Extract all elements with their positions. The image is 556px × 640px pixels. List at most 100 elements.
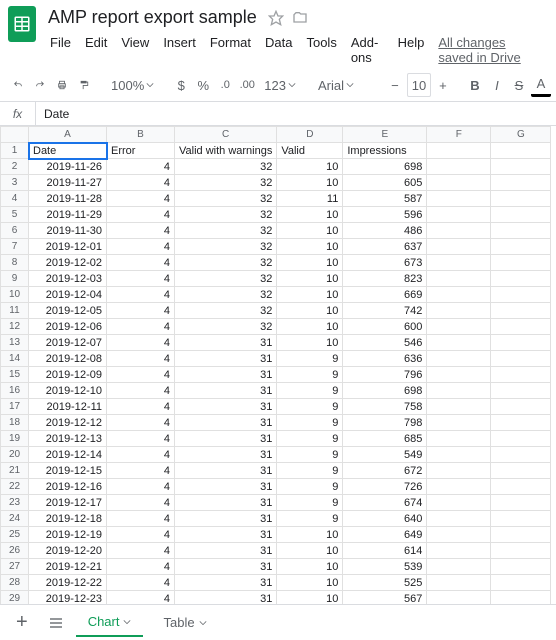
cell[interactable]: 31 <box>175 431 277 447</box>
cell[interactable]: 32 <box>175 271 277 287</box>
cell[interactable]: 10 <box>277 319 343 335</box>
cell[interactable] <box>427 367 491 383</box>
row-header[interactable]: 23 <box>1 495 29 511</box>
cell[interactable]: 31 <box>175 351 277 367</box>
cell[interactable]: 2019-12-18 <box>29 511 107 527</box>
cell[interactable]: 31 <box>175 575 277 591</box>
col-header-C[interactable]: C <box>175 127 277 143</box>
decrease-decimal-button[interactable]: .0 <box>215 73 235 97</box>
cell[interactable]: 31 <box>175 479 277 495</box>
cell[interactable]: 31 <box>175 591 277 605</box>
font-dropdown[interactable]: Arial <box>313 74 373 97</box>
cell[interactable] <box>427 239 491 255</box>
cell[interactable] <box>491 463 551 479</box>
menu-addons[interactable]: Add-ons <box>345 31 390 69</box>
cell[interactable]: 31 <box>175 447 277 463</box>
cell[interactable]: Valid with warnings <box>175 143 277 159</box>
cell[interactable] <box>427 287 491 303</box>
cell[interactable]: 9 <box>277 511 343 527</box>
row-header[interactable]: 3 <box>1 175 29 191</box>
doc-title[interactable]: AMP report export sample <box>44 6 261 29</box>
cell[interactable] <box>491 335 551 351</box>
menu-format[interactable]: Format <box>204 31 257 69</box>
number-format-dropdown[interactable]: 123 <box>259 74 301 97</box>
cell[interactable]: 4 <box>107 575 175 591</box>
cell[interactable]: 2019-12-22 <box>29 575 107 591</box>
row-header[interactable]: 5 <box>1 207 29 223</box>
cell[interactable]: 2019-12-09 <box>29 367 107 383</box>
cell[interactable] <box>427 271 491 287</box>
col-header-G[interactable]: G <box>491 127 551 143</box>
row-header[interactable]: 26 <box>1 543 29 559</box>
add-sheet-button[interactable]: + <box>8 607 36 638</box>
row-header[interactable]: 16 <box>1 383 29 399</box>
cell[interactable] <box>491 223 551 239</box>
menu-view[interactable]: View <box>115 31 155 69</box>
cell[interactable]: 10 <box>277 303 343 319</box>
cell[interactable]: Date <box>29 143 107 159</box>
cell[interactable]: 10 <box>277 559 343 575</box>
cell[interactable]: 672 <box>343 463 427 479</box>
spreadsheet-grid[interactable]: A B C D E F G 1DateErrorValid with warni… <box>0 126 556 604</box>
cell[interactable]: 637 <box>343 239 427 255</box>
cell[interactable]: 9 <box>277 383 343 399</box>
cell[interactable]: 2019-11-30 <box>29 223 107 239</box>
cell[interactable]: 9 <box>277 351 343 367</box>
cell[interactable]: 10 <box>277 527 343 543</box>
cell[interactable] <box>491 415 551 431</box>
cell[interactable]: 636 <box>343 351 427 367</box>
cell[interactable]: 10 <box>277 239 343 255</box>
row-header[interactable]: 6 <box>1 223 29 239</box>
cell[interactable]: 4 <box>107 191 175 207</box>
cell[interactable]: 649 <box>343 527 427 543</box>
font-size-decrease[interactable]: − <box>385 73 405 97</box>
cell[interactable]: 31 <box>175 335 277 351</box>
cell[interactable] <box>427 527 491 543</box>
sheet-tab-table[interactable]: Table <box>151 609 218 636</box>
cell[interactable]: 4 <box>107 367 175 383</box>
cell[interactable]: 10 <box>277 271 343 287</box>
cell[interactable]: 546 <box>343 335 427 351</box>
cell[interactable]: 587 <box>343 191 427 207</box>
cell[interactable] <box>427 575 491 591</box>
cell[interactable]: 2019-12-21 <box>29 559 107 575</box>
cell[interactable]: 4 <box>107 495 175 511</box>
cell[interactable]: 9 <box>277 399 343 415</box>
cell[interactable] <box>427 223 491 239</box>
cell[interactable]: 32 <box>175 255 277 271</box>
cell[interactable]: 9 <box>277 447 343 463</box>
cell[interactable] <box>491 159 551 175</box>
cell[interactable] <box>427 415 491 431</box>
cell[interactable]: 4 <box>107 287 175 303</box>
col-header-D[interactable]: D <box>277 127 343 143</box>
cell[interactable] <box>491 511 551 527</box>
cell[interactable] <box>491 255 551 271</box>
cell[interactable]: 4 <box>107 239 175 255</box>
cell[interactable] <box>491 367 551 383</box>
cell[interactable]: 2019-11-26 <box>29 159 107 175</box>
cell[interactable]: 31 <box>175 463 277 479</box>
cell[interactable]: 525 <box>343 575 427 591</box>
text-color-button[interactable]: A <box>531 73 551 97</box>
select-all-cell[interactable] <box>1 127 29 143</box>
font-size-input[interactable]: 10 <box>407 73 431 97</box>
row-header[interactable]: 1 <box>1 143 29 159</box>
cell[interactable] <box>427 175 491 191</box>
cell[interactable] <box>491 431 551 447</box>
cell[interactable]: 2019-11-29 <box>29 207 107 223</box>
cell[interactable]: 4 <box>107 319 175 335</box>
row-header[interactable]: 29 <box>1 591 29 605</box>
cell[interactable]: 32 <box>175 303 277 319</box>
cell[interactable]: 31 <box>175 399 277 415</box>
cell[interactable]: 2019-12-05 <box>29 303 107 319</box>
cell[interactable]: 4 <box>107 559 175 575</box>
cell[interactable] <box>427 319 491 335</box>
star-icon[interactable] <box>267 9 285 27</box>
cell[interactable] <box>491 207 551 223</box>
cell[interactable] <box>491 527 551 543</box>
cell[interactable]: 2019-11-28 <box>29 191 107 207</box>
row-header[interactable]: 9 <box>1 271 29 287</box>
cell[interactable]: 9 <box>277 415 343 431</box>
cell[interactable] <box>491 143 551 159</box>
cell[interactable]: 4 <box>107 399 175 415</box>
